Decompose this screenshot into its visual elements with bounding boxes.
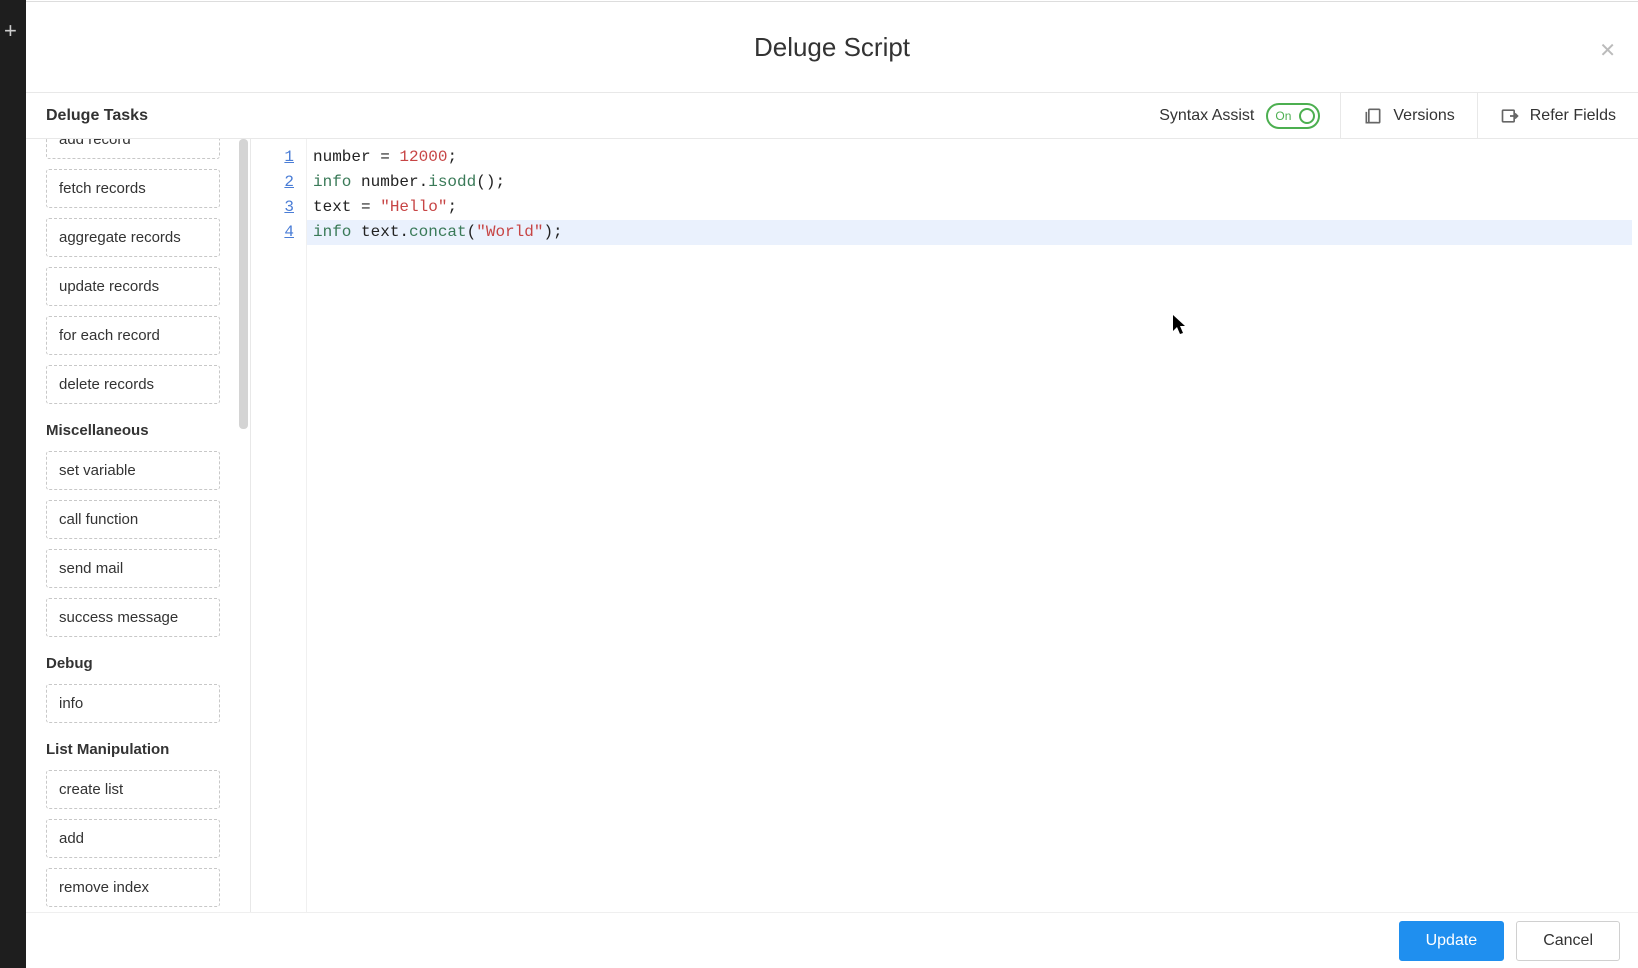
task-item[interactable]: add bbox=[46, 819, 220, 858]
line-number[interactable]: 1 bbox=[251, 145, 306, 170]
update-button[interactable]: Update bbox=[1399, 921, 1505, 961]
versions-button[interactable]: Versions bbox=[1340, 93, 1476, 138]
refer-fields-icon bbox=[1500, 106, 1520, 126]
deluge-script-modal: Deluge Script ✕ Deluge Tasks Syntax Assi… bbox=[26, 1, 1638, 968]
line-number[interactable]: 2 bbox=[251, 170, 306, 195]
task-item[interactable]: add record bbox=[46, 139, 220, 159]
task-item[interactable]: send mail bbox=[46, 549, 220, 588]
page-title: Deluge Script bbox=[754, 32, 910, 63]
line-gutter: 1234 bbox=[251, 139, 307, 968]
sidebar-category-label: List Manipulation bbox=[46, 733, 220, 770]
task-item[interactable]: call function bbox=[46, 500, 220, 539]
task-item[interactable]: remove index bbox=[46, 868, 220, 907]
task-item[interactable]: for each record bbox=[46, 316, 220, 355]
sidebar-title: Deluge Tasks bbox=[26, 107, 226, 125]
sidebar: add record fetch records aggregate records… bbox=[26, 139, 251, 968]
modal-footer: Update Cancel bbox=[26, 912, 1638, 968]
task-item[interactable]: create list bbox=[46, 770, 220, 809]
task-item[interactable]: success message bbox=[46, 598, 220, 637]
plus-icon[interactable]: + bbox=[4, 18, 17, 44]
task-item[interactable]: aggregate records bbox=[46, 218, 220, 257]
modal-header: Deluge Script ✕ bbox=[26, 2, 1638, 93]
toggle-state-label: On bbox=[1271, 109, 1291, 123]
sidebar-scrollbar[interactable] bbox=[239, 139, 248, 429]
syntax-assist-label: Syntax Assist bbox=[1159, 107, 1254, 125]
line-number[interactable]: 3 bbox=[251, 195, 306, 220]
code-line[interactable]: number = 12000; bbox=[313, 145, 1638, 170]
code-area[interactable]: number = 12000;info number.isodd();text … bbox=[307, 139, 1638, 968]
task-item[interactable]: set variable bbox=[46, 451, 220, 490]
syntax-assist-group: Syntax Assist On bbox=[1139, 93, 1340, 138]
task-item[interactable]: delete records bbox=[46, 365, 220, 404]
toolbar: Deluge Tasks Syntax Assist On Versions R… bbox=[26, 93, 1638, 139]
code-editor[interactable]: 1234 number = 12000;info number.isodd();… bbox=[251, 139, 1638, 968]
sidebar-category-label: Miscellaneous bbox=[46, 414, 220, 451]
sidebar-category-label: Debug bbox=[46, 647, 220, 684]
close-button[interactable]: ✕ bbox=[1599, 38, 1616, 63]
versions-icon bbox=[1363, 106, 1383, 126]
task-item[interactable]: fetch records bbox=[46, 169, 220, 208]
app-left-strip: + bbox=[0, 0, 26, 968]
syntax-assist-toggle[interactable]: On bbox=[1266, 103, 1320, 129]
line-number[interactable]: 4 bbox=[251, 220, 306, 245]
task-item[interactable]: info bbox=[46, 684, 220, 723]
modal-body: add record fetch records aggregate records… bbox=[26, 139, 1638, 968]
refer-fields-button[interactable]: Refer Fields bbox=[1477, 93, 1638, 138]
code-line[interactable]: text = "Hello"; bbox=[313, 195, 1638, 220]
task-item[interactable]: update records bbox=[46, 267, 220, 306]
cancel-button[interactable]: Cancel bbox=[1516, 921, 1620, 961]
toggle-knob bbox=[1299, 108, 1315, 124]
close-icon: ✕ bbox=[1599, 40, 1616, 62]
code-line[interactable]: info number.isodd(); bbox=[313, 170, 1638, 195]
